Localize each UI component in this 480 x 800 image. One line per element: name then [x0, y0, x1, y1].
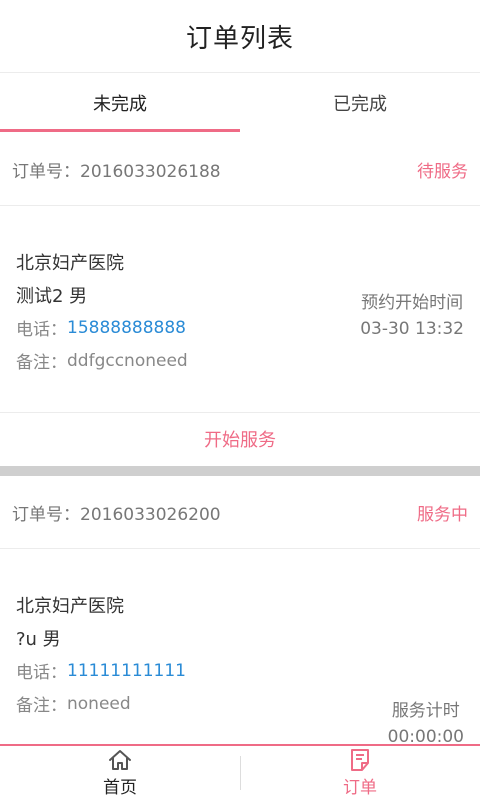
order-status: 服务中 — [417, 505, 468, 525]
start-service-button[interactable]: 开始服务 — [0, 412, 480, 464]
hospital-name: 北京妇产医院 — [16, 595, 124, 617]
order-card-header: 订单号：2016033026200 服务中 — [0, 477, 480, 549]
page-title: 订单列表 — [185, 23, 294, 54]
nav-home-label: 首页 — [103, 778, 137, 798]
title-bar: 订单列表 — [0, 0, 480, 73]
phone-link[interactable]: 11111111111 — [67, 661, 186, 681]
bottom-nav: 首页 订单 — [0, 744, 480, 800]
order-number: 订单号：2016033026188 — [12, 157, 221, 182]
note-value: ddfgccnoneed — [67, 350, 188, 371]
order-number-label: 订单号： — [12, 162, 80, 182]
home-icon — [109, 750, 131, 770]
order-card[interactable]: 订单号：2016033026188 待服务 北京妇产医院 测试2 男 电话： 15… — [0, 134, 480, 464]
note-label: 备注： — [16, 353, 67, 373]
order-card-body: 北京妇产医院 测试2 男 电话： 15888888888 备注： ddfgccnon… — [0, 206, 480, 412]
tab-unfinished[interactable]: 未完成 — [0, 74, 240, 132]
note-row: 备注： ddfgccnoneed — [16, 344, 464, 377]
order-card-body: 北京妇产医院 ?u 男 电话： 11111111111 备注： noneed 服务计… — [0, 549, 480, 748]
tab-finished[interactable]: 已完成 — [240, 74, 480, 132]
service-timer: 服务计时 00:00:00 — [388, 698, 464, 750]
order-number-value: 2016033026188 — [80, 162, 221, 182]
note-value: noneed — [67, 693, 131, 714]
nav-orders[interactable]: 订单 — [240, 746, 480, 800]
phone-label: 电话： — [16, 663, 67, 683]
nav-home[interactable]: 首页 — [0, 746, 240, 800]
order-list-icon — [351, 749, 369, 771]
tab-unfinished-label: 未完成 — [93, 94, 147, 115]
appointment-time-value: 03-30 13:32 — [360, 319, 464, 339]
order-status: 待服务 — [417, 162, 468, 182]
order-number: 订单号：2016033026200 — [12, 500, 221, 525]
patient-info: ?u 男 — [16, 628, 61, 650]
nav-orders-label: 订单 — [343, 778, 377, 798]
phone-label: 电话： — [16, 320, 67, 340]
hospital-name: 北京妇产医院 — [16, 252, 124, 274]
note-label: 备注： — [16, 696, 67, 716]
order-number-value: 2016033026200 — [80, 505, 221, 525]
start-service-label: 开始服务 — [204, 429, 276, 451]
card-separator — [0, 466, 480, 476]
order-card-header: 订单号：2016033026188 待服务 — [0, 134, 480, 206]
order-tabs: 未完成 已完成 — [0, 74, 480, 132]
tab-finished-label: 已完成 — [333, 94, 387, 115]
phone-link[interactable]: 15888888888 — [67, 318, 186, 338]
order-number-label: 订单号： — [12, 505, 80, 525]
phone-row: 电话： 11111111111 — [16, 654, 464, 687]
service-timer-label: 服务计时 — [391, 701, 460, 721]
appointment-time-label: 预约开始时间 — [361, 293, 464, 313]
order-card[interactable]: 订单号：2016033026200 服务中 北京妇产医院 ?u 男 电话： 111… — [0, 477, 480, 748]
appointment-time: 预约开始时间 03-30 13:32 — [360, 290, 464, 342]
